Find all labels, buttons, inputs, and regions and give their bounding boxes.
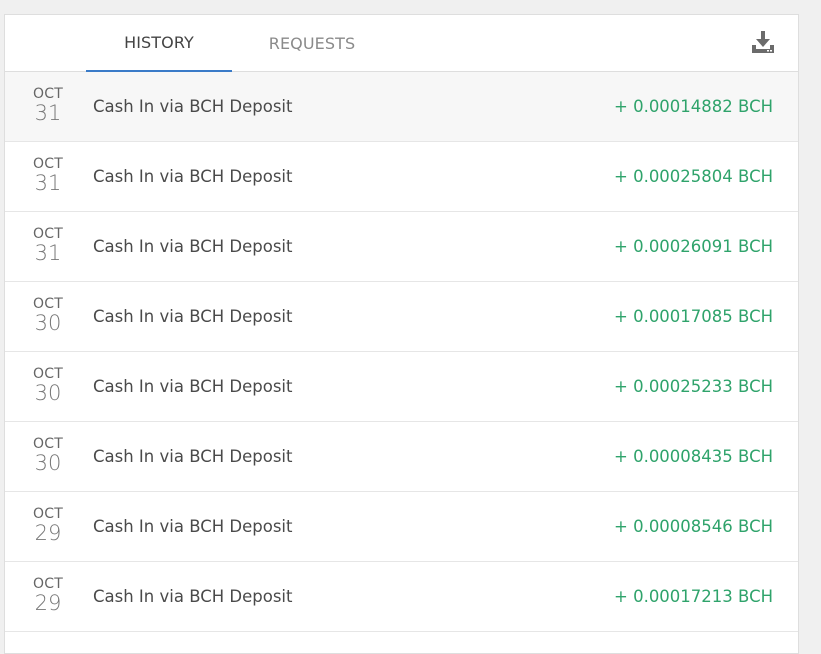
transaction-amount: + 0.00017213 BCH: [614, 587, 773, 606]
transaction-date: OCT 31: [27, 226, 69, 264]
transaction-row[interactable]: OCT 29 Cash In via BCH Deposit + 0.00017…: [5, 562, 798, 632]
date-month: OCT: [33, 226, 63, 242]
transaction-date: OCT 29: [27, 506, 69, 544]
download-button[interactable]: [750, 28, 776, 56]
transaction-description: Cash In via BCH Deposit: [93, 447, 293, 466]
transaction-description: Cash In via BCH Deposit: [93, 97, 293, 116]
date-day: 30: [34, 451, 62, 475]
date-month: OCT: [33, 296, 63, 312]
transaction-amount: + 0.00008435 BCH: [614, 447, 773, 466]
date-day: 29: [34, 591, 62, 615]
date-month: OCT: [33, 506, 63, 522]
transaction-row[interactable]: OCT 30 Cash In via BCH Deposit + 0.00008…: [5, 422, 798, 492]
transaction-description: Cash In via BCH Deposit: [93, 307, 293, 326]
date-day: 30: [34, 381, 62, 405]
transaction-row[interactable]: OCT 30 Cash In via BCH Deposit + 0.00025…: [5, 352, 798, 422]
transaction-date: OCT 30: [27, 296, 69, 334]
date-day: 30: [34, 311, 62, 335]
transaction-amount: + 0.00025233 BCH: [614, 377, 773, 396]
transaction-amount: + 0.00026091 BCH: [614, 237, 773, 256]
transaction-row[interactable]: OCT 31 Cash In via BCH Deposit + 0.00014…: [5, 72, 798, 142]
date-day: 31: [34, 241, 62, 265]
transaction-amount: + 0.00017085 BCH: [614, 307, 773, 326]
date-month: OCT: [33, 366, 63, 382]
date-day: 31: [34, 101, 62, 125]
transaction-description: Cash In via BCH Deposit: [93, 237, 293, 256]
transaction-row[interactable]: OCT 31 Cash In via BCH Deposit + 0.00026…: [5, 212, 798, 282]
transaction-description: Cash In via BCH Deposit: [93, 167, 293, 186]
date-month: OCT: [33, 436, 63, 452]
date-day: 29: [34, 521, 62, 545]
transaction-row[interactable]: OCT 31 Cash In via BCH Deposit + 0.00025…: [5, 142, 798, 212]
download-icon: [752, 31, 774, 53]
transaction-date: OCT 29: [27, 576, 69, 614]
tab-requests[interactable]: REQUESTS: [244, 15, 380, 72]
date-month: OCT: [33, 86, 63, 102]
transaction-row[interactable]: OCT 29 Cash In via BCH Deposit + 0.00008…: [5, 492, 798, 562]
transaction-row[interactable]: OCT 30 Cash In via BCH Deposit + 0.00017…: [5, 282, 798, 352]
transaction-list: OCT 31 Cash In via BCH Deposit + 0.00014…: [5, 72, 798, 632]
transaction-date: OCT 31: [27, 86, 69, 124]
transaction-description: Cash In via BCH Deposit: [93, 377, 293, 396]
transaction-date: OCT 30: [27, 366, 69, 404]
tab-bar: HISTORY REQUESTS: [5, 15, 798, 72]
transaction-date: OCT 31: [27, 156, 69, 194]
transaction-amount: + 0.00025804 BCH: [614, 167, 773, 186]
date-month: OCT: [33, 156, 63, 172]
transaction-description: Cash In via BCH Deposit: [93, 587, 293, 606]
date-month: OCT: [33, 576, 63, 592]
date-day: 31: [34, 171, 62, 195]
transaction-amount: + 0.00008546 BCH: [614, 517, 773, 536]
transactions-panel: HISTORY REQUESTS OCT 31 Cash In via BCH …: [4, 14, 799, 654]
transaction-amount: + 0.00014882 BCH: [614, 97, 773, 116]
tab-history[interactable]: HISTORY: [86, 15, 232, 72]
transaction-description: Cash In via BCH Deposit: [93, 517, 293, 536]
transaction-date: OCT 30: [27, 436, 69, 474]
